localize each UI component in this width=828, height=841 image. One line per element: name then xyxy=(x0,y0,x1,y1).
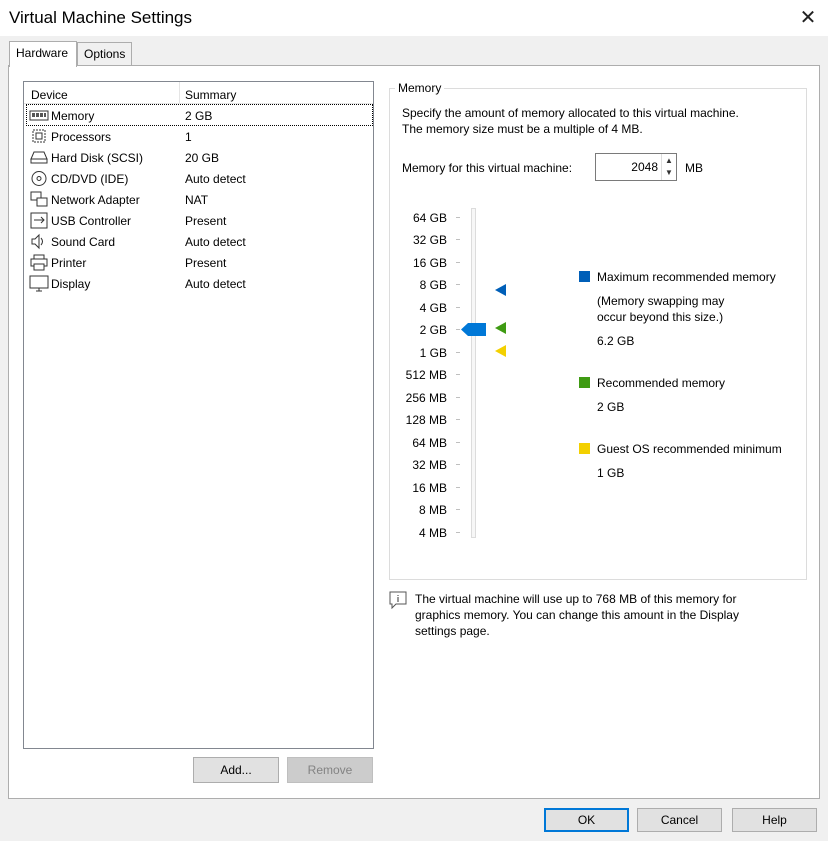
cd-dvd-icon xyxy=(31,171,47,186)
memory-field-label: Memory for this virtual machine: xyxy=(402,161,573,175)
recommended-title: Recommended memory xyxy=(597,376,726,390)
tab-options-label: Options xyxy=(84,47,126,61)
memory-description: Specify the amount of memory allocated t… xyxy=(402,106,739,136)
scale-label: 512 MB xyxy=(405,368,447,382)
device-name: Hard Disk (SCSI) xyxy=(51,151,144,165)
scale-label: 4 GB xyxy=(419,301,447,315)
memory-stepper-arrows: ▲ ▼ xyxy=(661,154,676,180)
info-icon xyxy=(389,591,407,609)
memory-slider-track[interactable] xyxy=(471,208,476,538)
column-device[interactable]: Device xyxy=(31,88,68,102)
cancel-button[interactable]: Cancel xyxy=(637,808,722,832)
scale-label: 8 MB xyxy=(418,503,447,517)
device-name: Printer xyxy=(51,256,87,270)
device-summary: Auto detect xyxy=(185,172,246,186)
network-adapter-icon xyxy=(30,191,48,207)
column-summary[interactable]: Summary xyxy=(185,88,236,102)
scale-label: 16 GB xyxy=(412,256,447,270)
device-row-sound-card[interactable]: Sound Card Auto detect xyxy=(27,231,372,252)
device-row-memory[interactable]: Memory 2 GB xyxy=(26,104,373,126)
max-recommended-note: occur beyond this size.) xyxy=(597,310,724,324)
device-name: Memory xyxy=(51,109,95,123)
scale-label: 256 MB xyxy=(405,391,447,405)
recommended-swatch xyxy=(579,377,590,388)
device-row-hard-disk[interactable]: Hard Disk (SCSI) 20 GB xyxy=(27,147,372,168)
scale-label: 4 MB xyxy=(418,526,447,540)
device-name: Processors xyxy=(51,130,112,144)
scale-label: 64 MB xyxy=(412,436,447,450)
recommended-marker-icon xyxy=(495,322,506,334)
device-summary: Auto detect xyxy=(185,235,246,249)
max-recommended-value: 6.2 GB xyxy=(597,334,635,348)
usb-icon xyxy=(30,212,48,229)
scale-label: 2 GB xyxy=(419,323,447,337)
window-title: Virtual Machine Settings xyxy=(9,8,193,27)
device-summary: 2 GB xyxy=(185,109,213,123)
device-row-network-adapter[interactable]: Network Adapter NAT xyxy=(27,189,372,210)
device-name: Network Adapter xyxy=(51,193,140,207)
title-bar: Virtual Machine Settings ✕ xyxy=(0,0,828,36)
device-list-header: Device Summary xyxy=(24,82,373,104)
help-button[interactable]: Help xyxy=(732,808,817,832)
minimum-marker-icon xyxy=(495,345,506,357)
device-summary: Present xyxy=(185,214,227,228)
stepper-up-icon[interactable]: ▲ xyxy=(665,157,673,165)
tab-hardware-label: Hardware xyxy=(16,46,69,60)
hard-disk-icon xyxy=(30,151,48,164)
scale-label: 16 MB xyxy=(412,481,447,495)
device-summary: 1 xyxy=(185,130,192,144)
device-summary: Present xyxy=(185,256,227,270)
device-name: Sound Card xyxy=(51,235,116,249)
memory-icon xyxy=(29,110,49,121)
scale-label: 64 GB xyxy=(412,211,447,225)
device-row-processors[interactable]: Processors 1 xyxy=(27,126,372,147)
stepper-down-icon[interactable]: ▼ xyxy=(665,169,673,177)
device-name: Display xyxy=(51,277,91,291)
max-recommended-note: (Memory swapping may xyxy=(597,294,725,308)
scale-label: 8 GB xyxy=(419,278,447,292)
scale-label: 128 MB xyxy=(405,413,447,427)
device-summary: 20 GB xyxy=(185,151,220,165)
device-row-cd-dvd[interactable]: CD/DVD (IDE) Auto detect xyxy=(27,168,372,189)
monitor-icon xyxy=(29,275,49,292)
scale-label: 32 MB xyxy=(412,458,447,472)
device-row-display[interactable]: Display Auto detect xyxy=(27,273,372,294)
minimum-swatch xyxy=(579,443,590,454)
device-row-printer[interactable]: Printer Present xyxy=(27,252,372,273)
memory-stepper[interactable]: 2048 ▲ ▼ xyxy=(595,153,677,181)
memory-slider-thumb[interactable] xyxy=(461,322,487,337)
max-recommended-title: Maximum recommended memory xyxy=(597,270,776,284)
minimum-title: Guest OS recommended minimum xyxy=(597,442,782,456)
processor-icon xyxy=(32,129,46,143)
close-button[interactable]: ✕ xyxy=(788,0,828,34)
remove-button[interactable]: Remove xyxy=(287,757,373,783)
memory-unit: MB xyxy=(685,161,703,175)
device-summary: NAT xyxy=(185,193,209,207)
memory-group-label: Memory xyxy=(395,81,445,95)
add-button[interactable]: Add... xyxy=(193,757,279,783)
ok-button[interactable]: OK xyxy=(544,808,629,832)
max-recommended-marker-icon xyxy=(495,284,506,296)
device-summary: Auto detect xyxy=(185,277,246,291)
memory-value[interactable]: 2048 xyxy=(631,160,658,174)
scale-label: 1 GB xyxy=(419,346,447,360)
device-name: USB Controller xyxy=(51,214,132,228)
scale-label: 32 GB xyxy=(412,233,447,247)
printer-icon xyxy=(30,254,48,271)
recommended-value: 2 GB xyxy=(597,400,625,414)
tab-hardware[interactable]: Hardware xyxy=(9,41,77,67)
device-list[interactable]: Device Summary Memory 2 GB Processors 1 xyxy=(23,81,374,749)
graphics-memory-note: The virtual machine will use up to 768 M… xyxy=(415,592,739,638)
minimum-value: 1 GB xyxy=(597,466,625,480)
hardware-panel: Device Summary Memory 2 GB Processors 1 xyxy=(8,65,820,799)
device-name: CD/DVD (IDE) xyxy=(51,172,129,186)
device-row-usb-controller[interactable]: USB Controller Present xyxy=(27,210,372,231)
speaker-icon xyxy=(31,233,43,250)
tab-options[interactable]: Options xyxy=(77,42,132,66)
close-icon: ✕ xyxy=(799,6,817,29)
max-recommended-swatch xyxy=(579,271,590,282)
